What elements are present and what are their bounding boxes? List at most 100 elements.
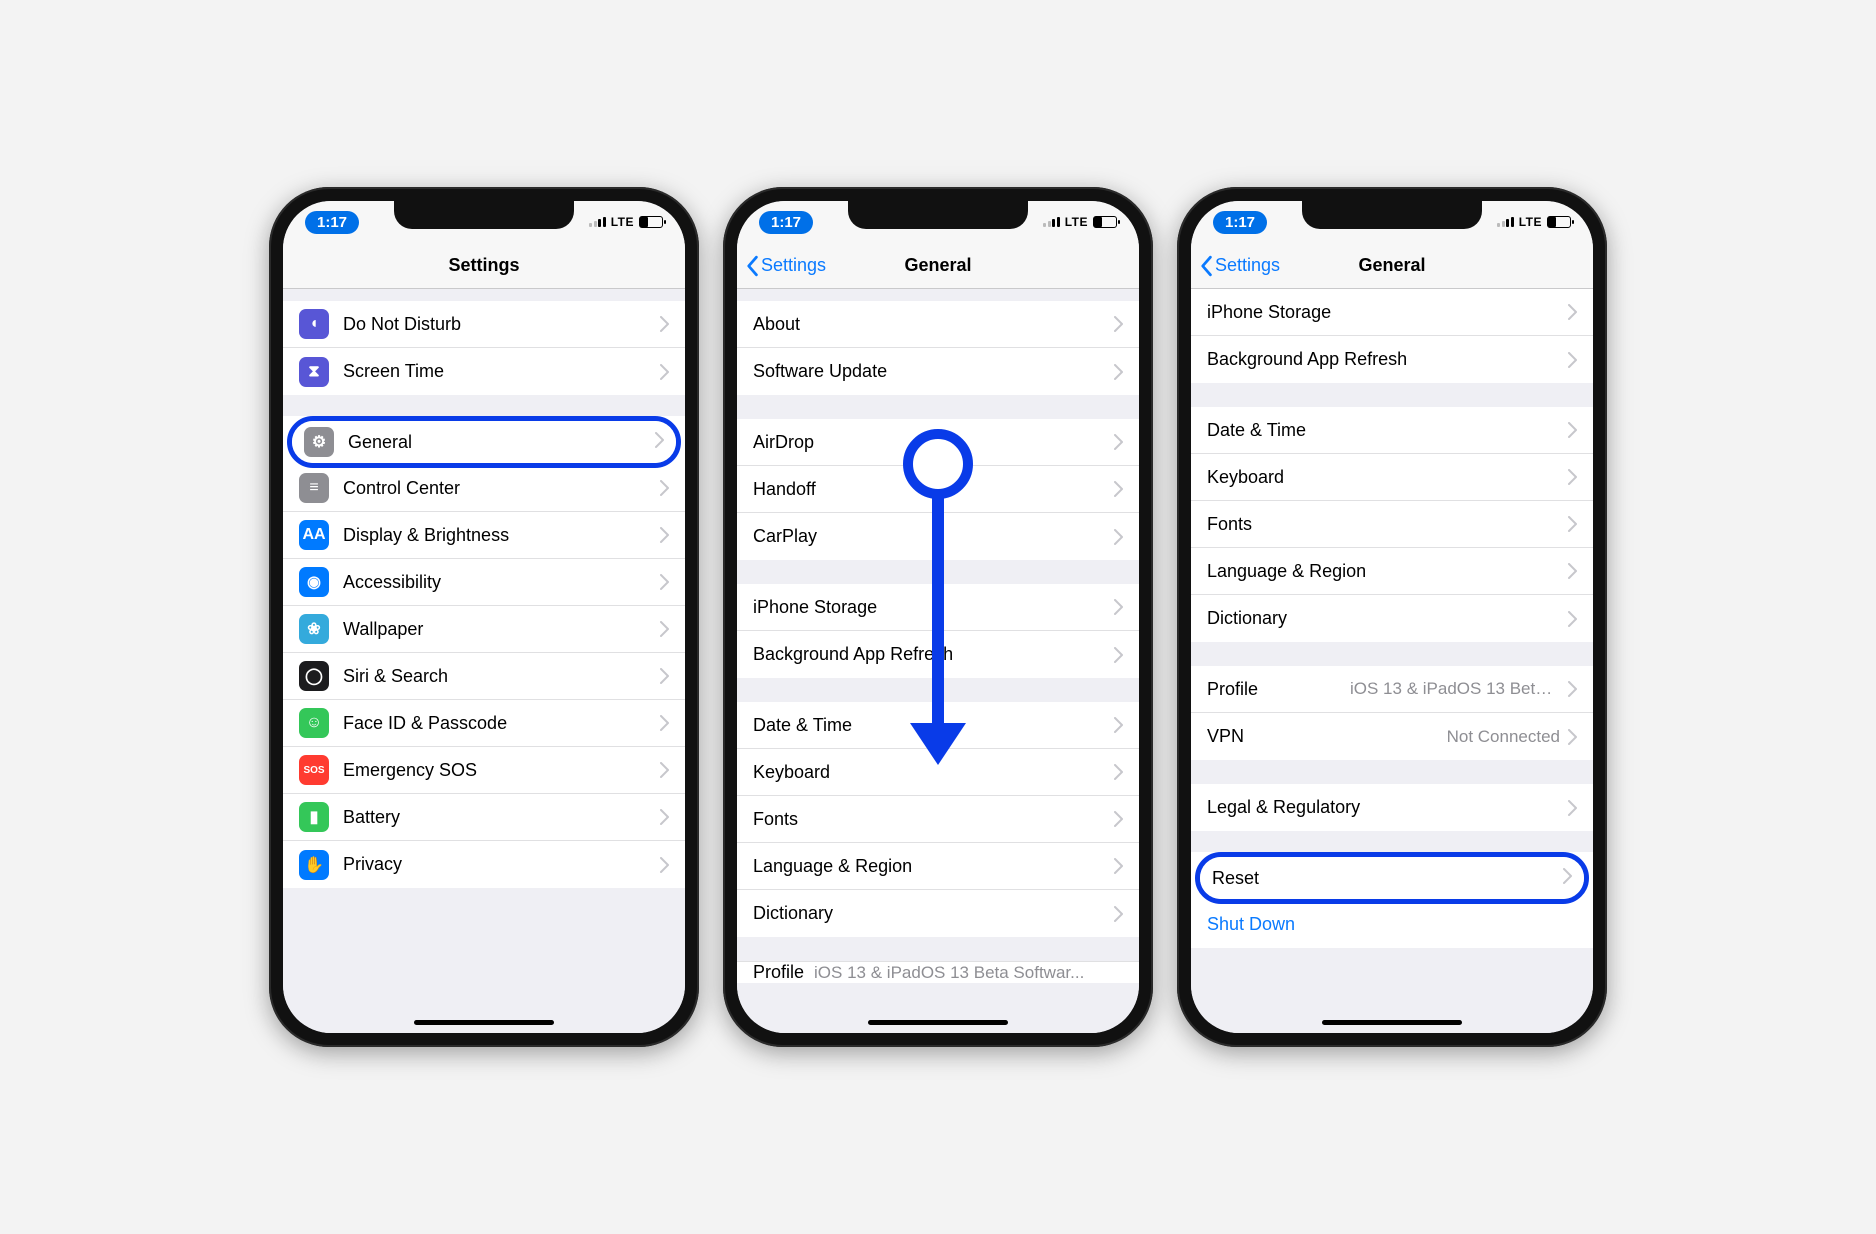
general-row-about[interactable]: About	[737, 301, 1139, 348]
row-label: Control Center	[343, 478, 652, 499]
general-row-dictionary[interactable]: Dictionary	[1191, 595, 1593, 642]
general-row-legal-regulatory[interactable]: Legal & Regulatory	[1191, 784, 1593, 831]
hand-icon: ✋	[299, 850, 329, 880]
settings-row-wallpaper[interactable]: ❀ Wallpaper	[283, 606, 685, 653]
signal-icon	[589, 217, 606, 227]
settings-row-emergency-sos[interactable]: SOSEmergency SOS	[283, 747, 685, 794]
nav-title: General	[904, 255, 971, 276]
general-row-date-time[interactable]: Date & Time	[1191, 407, 1593, 454]
general-row-dictionary[interactable]: Dictionary	[737, 890, 1139, 937]
row-label: Screen Time	[343, 361, 652, 382]
nav-title: General	[1358, 255, 1425, 276]
settings-group: iPhone StorageBackground App Refresh	[1191, 289, 1593, 383]
nav-bar: Settings	[283, 243, 685, 289]
general-row-reset[interactable]: Reset	[1200, 857, 1584, 899]
row-label: Dictionary	[753, 903, 1106, 924]
general-row-date-time[interactable]: Date & Time	[737, 702, 1139, 749]
settings-group: ◖Do Not Disturb ⧗ Screen Time	[283, 301, 685, 395]
settings-row-control-center[interactable]: ≡Control Center	[283, 465, 685, 512]
nav-back-button[interactable]: Settings	[1199, 243, 1280, 288]
general-row-vpn[interactable]: VPNNot Connected	[1191, 713, 1593, 760]
chevron-right-icon	[1114, 858, 1123, 874]
chevron-right-icon	[1114, 316, 1123, 332]
settings-row-do-not-disturb[interactable]: ◖Do Not Disturb	[283, 301, 685, 348]
screen-2: 1:17 LTE Settings General AboutSoftware …	[737, 201, 1139, 1033]
row-label: Language & Region	[753, 856, 1106, 877]
general-row-language-region[interactable]: Language & Region	[737, 843, 1139, 890]
general-row-carplay[interactable]: CarPlay	[737, 513, 1139, 560]
general-row-fonts[interactable]: Fonts	[1191, 501, 1593, 548]
chevron-right-icon	[1568, 469, 1577, 485]
text-size-icon: AA	[299, 520, 329, 550]
row-label: Siri & Search	[343, 666, 652, 687]
chevron-right-icon	[660, 762, 669, 778]
general-row-iphone-storage[interactable]: iPhone Storage	[1191, 289, 1593, 336]
settings-row-battery[interactable]: ▮Battery	[283, 794, 685, 841]
row-label: Dictionary	[1207, 608, 1560, 629]
status-time: 1:17	[759, 211, 813, 234]
phone-1: 1:17 LTE Settings ◖Do Not Disturb⧗Screen…	[269, 187, 699, 1047]
battery-icon: ▮	[299, 802, 329, 832]
row-peek[interactable]: ProfileiOS 13 & iPadOS 13 Beta Softwar..…	[737, 961, 1139, 983]
moon-icon: ◖	[299, 309, 329, 339]
chevron-right-icon	[1563, 868, 1572, 889]
general-row-keyboard[interactable]: Keyboard	[1191, 454, 1593, 501]
general-row-handoff[interactable]: Handoff	[737, 466, 1139, 513]
general-row-background-app-refresh[interactable]: Background App Refresh	[1191, 336, 1593, 383]
general-row-language-region[interactable]: Language & Region	[1191, 548, 1593, 595]
chevron-right-icon	[655, 432, 664, 453]
flower-icon: ❀	[299, 614, 329, 644]
settings-row-privacy[interactable]: ✋Privacy	[283, 841, 685, 888]
general-row-shut-down[interactable]: Shut Down	[1191, 901, 1593, 948]
settings-row-general[interactable]: ⚙General	[292, 421, 676, 463]
content[interactable]: About Software Update AirDrop Handoff CarPla…	[737, 289, 1139, 1033]
sos-icon: SOS	[299, 755, 329, 785]
settings-row-screen-time[interactable]: ⧗ Screen Time	[283, 348, 685, 395]
nav-title: Settings	[448, 255, 519, 276]
row-label: Software Update	[753, 361, 1106, 382]
row-label: Keyboard	[753, 762, 1106, 783]
chevron-right-icon	[660, 857, 669, 873]
content[interactable]: iPhone StorageBackground App Refresh Date…	[1191, 289, 1593, 1033]
chevron-right-icon	[660, 621, 669, 637]
siri-icon: ◯	[299, 661, 329, 691]
row-detail: Not Connected	[1447, 727, 1560, 747]
nav-back-button[interactable]: Settings	[745, 243, 826, 288]
chevron-right-icon	[1114, 599, 1123, 615]
chevron-right-icon	[1114, 764, 1123, 780]
settings-group: Date & TimeKeyboardFonts Language & Regio…	[1191, 407, 1593, 642]
row-label: Legal & Regulatory	[1207, 797, 1560, 818]
screen-1: 1:17 LTE Settings ◖Do Not Disturb⧗Screen…	[283, 201, 685, 1033]
chevron-right-icon	[1114, 717, 1123, 733]
settings-row-display-brightness[interactable]: AADisplay & Brightness	[283, 512, 685, 559]
row-label: Background App Refresh	[753, 644, 1106, 665]
row-label: CarPlay	[753, 526, 1106, 547]
settings-row-siri-search[interactable]: ◯ Siri & Search	[283, 653, 685, 700]
general-row-iphone-storage[interactable]: iPhone Storage	[737, 584, 1139, 631]
chevron-right-icon	[1114, 434, 1123, 450]
settings-group: iPhone Storage Background App Refresh	[737, 584, 1139, 678]
general-row-background-app-refresh[interactable]: Background App Refresh	[737, 631, 1139, 678]
general-row-software-update[interactable]: Software Update	[737, 348, 1139, 395]
signal-icon	[1043, 217, 1060, 227]
general-row-airdrop[interactable]: AirDrop	[737, 419, 1139, 466]
general-row-fonts[interactable]: Fonts	[737, 796, 1139, 843]
home-indicator[interactable]	[868, 1020, 1008, 1025]
settings-row-accessibility[interactable]: ◉Accessibility	[283, 559, 685, 606]
battery-icon	[639, 216, 663, 228]
settings-row-face-id-passcode[interactable]: ☺Face ID & Passcode	[283, 700, 685, 747]
chevron-right-icon	[660, 574, 669, 590]
general-row-keyboard[interactable]: Keyboard	[737, 749, 1139, 796]
general-row-profile[interactable]: ProfileiOS 13 & iPadOS 13 Beta Softwar..…	[1191, 666, 1593, 713]
home-indicator[interactable]	[414, 1020, 554, 1025]
content[interactable]: ◖Do Not Disturb ⧗ Screen Time ⚙General≡Cont…	[283, 289, 685, 1033]
nav-bar: Settings General	[737, 243, 1139, 289]
row-label: Language & Region	[1207, 561, 1560, 582]
row-label: Wallpaper	[343, 619, 652, 640]
chevron-right-icon	[660, 527, 669, 543]
row-label: AirDrop	[753, 432, 1106, 453]
row-detail: iOS 13 & iPadOS 13 Beta Softwar...	[814, 963, 1084, 983]
home-indicator[interactable]	[1322, 1020, 1462, 1025]
hourglass-icon: ⧗	[299, 357, 329, 387]
accessibility-icon: ◉	[299, 567, 329, 597]
